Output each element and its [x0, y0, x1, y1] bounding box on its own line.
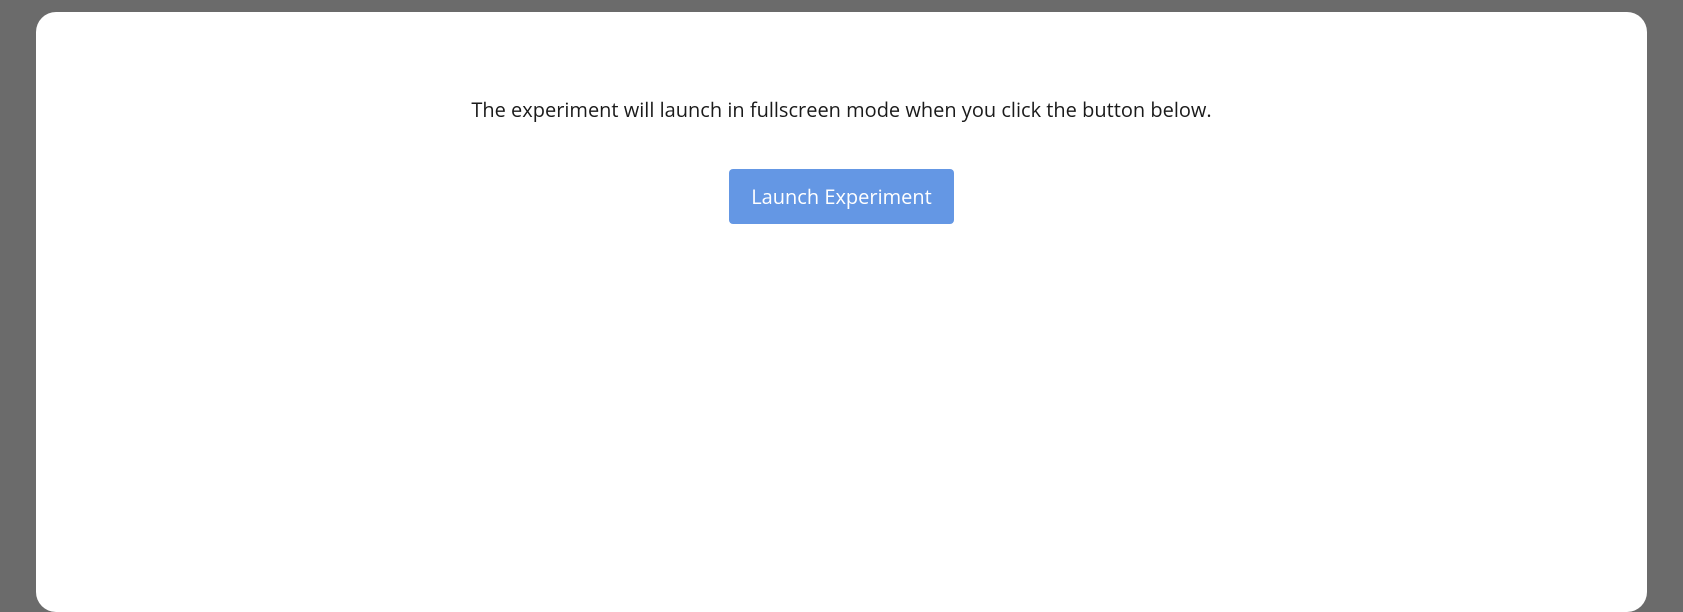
- experiment-card: The experiment will launch in fullscreen…: [36, 12, 1647, 612]
- launch-experiment-button[interactable]: Launch Experiment: [729, 169, 954, 224]
- instruction-text: The experiment will launch in fullscreen…: [36, 96, 1647, 123]
